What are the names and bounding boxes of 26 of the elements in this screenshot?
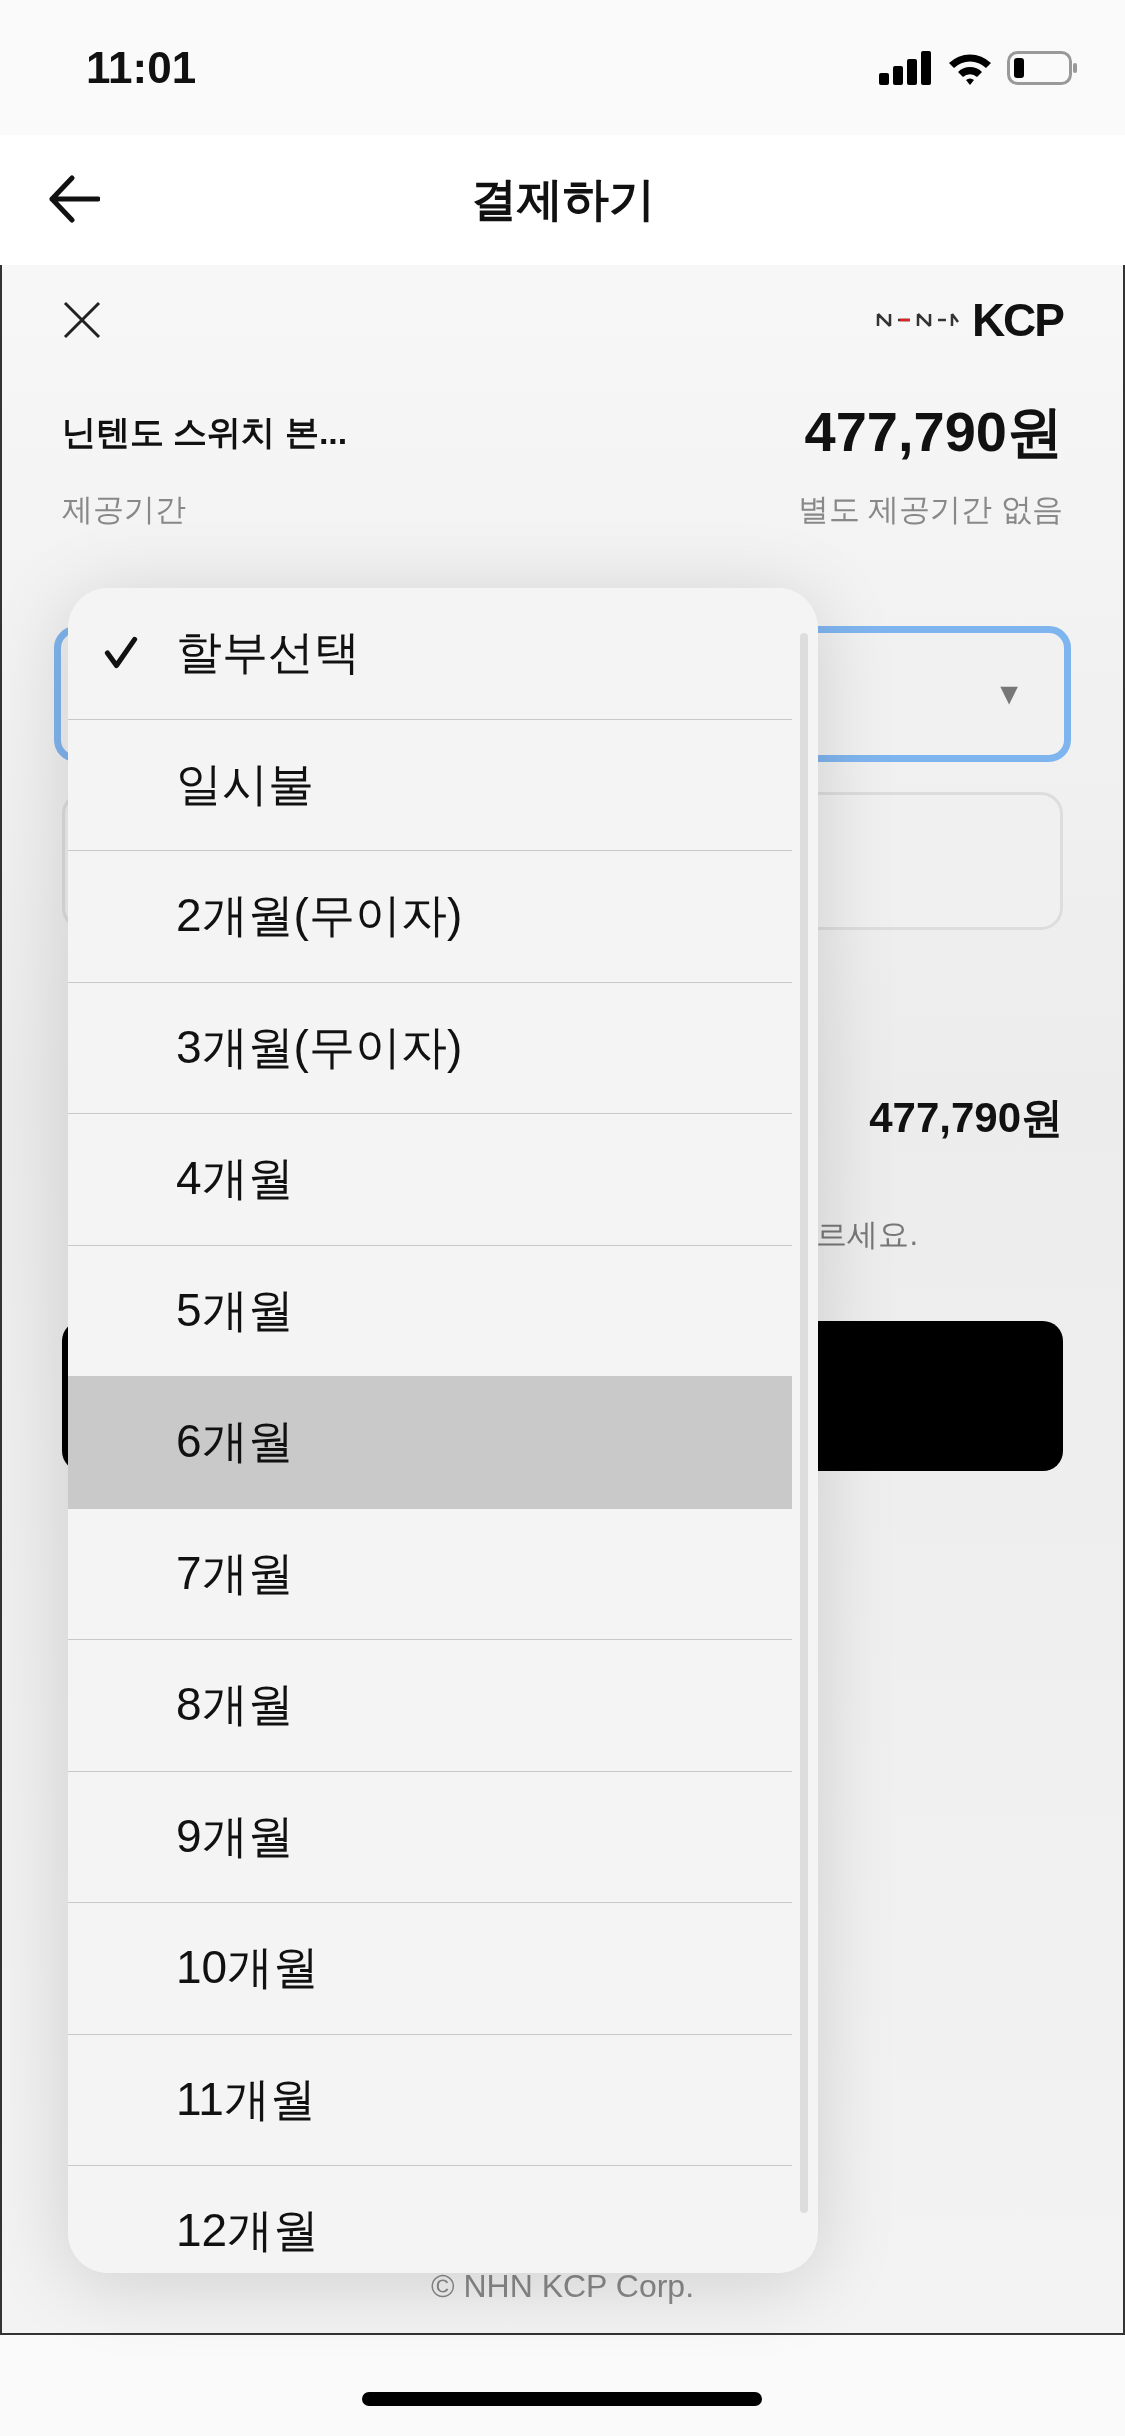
period-label: 제공기간 [62,491,186,529]
menu-option[interactable]: 6개월 [68,1377,792,1509]
back-arrow-icon[interactable] [48,175,100,223]
menu-option[interactable]: 9개월 [68,1771,792,1903]
total-amount: 477,790원 [869,1093,1063,1143]
period-value: 별도 제공기간 없음 [797,491,1063,529]
menu-option[interactable]: 11개월 [68,2034,792,2166]
product-name: 닌텐도 스위치 본... [62,412,348,453]
menu-option[interactable]: 2개월(무이자) [68,851,792,983]
menu-option[interactable]: 일시불 [68,719,792,851]
menu-option[interactable]: 3개월(무이자) [68,982,792,1114]
page-title: 결제하기 [470,172,655,227]
status-time: 11:01 [86,42,197,93]
close-icon[interactable] [62,300,102,340]
signal-icon [879,50,933,85]
menu-option[interactable]: 4개월 [68,1114,792,1246]
menu-option[interactable]: 할부선택 [68,588,792,720]
menu-option[interactable]: 12개월 [68,2166,792,2273]
menu-option[interactable]: 8개월 [68,1640,792,1772]
menu-option[interactable]: 5개월 [68,1245,792,1377]
notice-text: 르세요. [816,1216,918,1254]
menu-option[interactable]: 7개월 [68,1508,792,1640]
kcp-logo: KCP [875,293,1063,347]
product-price: 477,790원 [804,399,1063,465]
battery-icon [1007,50,1077,85]
menu-option[interactable]: 10개월 [68,1903,792,2035]
